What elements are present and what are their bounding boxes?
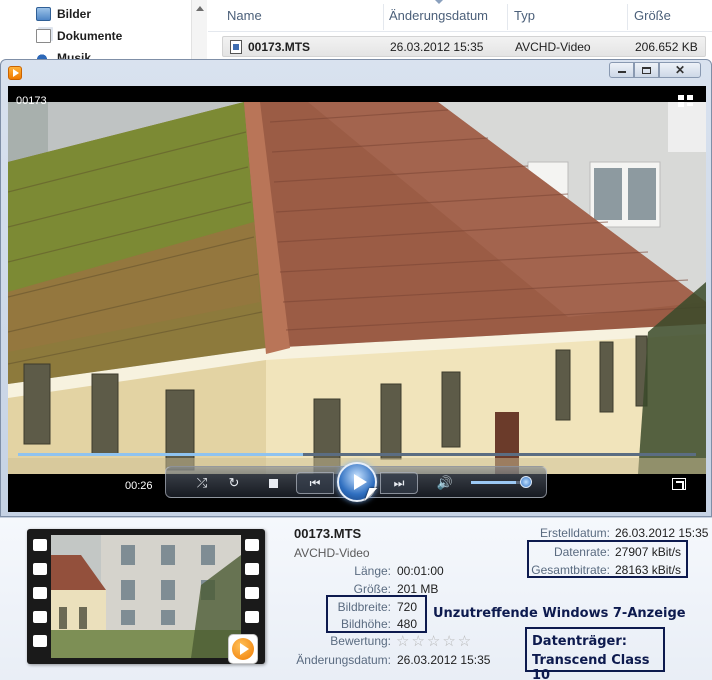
minimize-button[interactable] (609, 62, 634, 78)
fullscreen-icon[interactable] (672, 478, 686, 490)
volume-slider-thumb[interactable] (520, 476, 532, 488)
close-icon: ✕ (674, 63, 686, 77)
details-file-type: AVCHD-Video (294, 546, 370, 560)
rating-stars[interactable]: ☆☆☆☆☆ (396, 632, 473, 650)
seek-bar-progress (18, 453, 303, 456)
film-sprocket (245, 563, 259, 575)
nav-item-label: Dokumente (57, 29, 123, 43)
mute-button[interactable]: 🔊 (436, 474, 454, 492)
stop-button[interactable] (264, 474, 282, 492)
column-header-name[interactable]: Name (227, 8, 262, 23)
thumbnail-image (51, 535, 241, 658)
annotation-medium-box: Datenträger: Transcend Class 10 (525, 627, 665, 680)
sort-indicator-icon (435, 0, 443, 4)
prop-size-label: Größe: (353, 582, 391, 596)
file-date: 26.03.2012 15:35 (390, 40, 484, 54)
volume-icon: 🔊 (436, 475, 454, 490)
minimize-icon (617, 71, 626, 73)
details-file-name: 00173.MTS (294, 526, 362, 541)
column-divider (507, 4, 508, 30)
maximize-icon (642, 66, 651, 74)
film-sprocket (245, 587, 259, 599)
annotation-warning: Unzutreffende Windows 7-Anzeige (433, 606, 686, 621)
previous-icon: ⏮ (309, 475, 321, 490)
prop-created-label: Erstelldatum: (539, 526, 610, 540)
film-sprocket (245, 539, 259, 551)
column-divider (383, 4, 384, 30)
column-divider (627, 4, 628, 30)
nav-item-documents[interactable]: Dokumente (36, 27, 122, 45)
playback-controls: ⤮ ↻ ⏮ ⏭ 🔊 (165, 462, 547, 502)
scroll-up-arrow-icon[interactable] (196, 6, 204, 11)
file-type: AVCHD-Video (515, 40, 591, 54)
details-pane: 00173.MTS AVCHD-Video Länge: 00:01:00 Gr… (0, 517, 712, 680)
annotation-medium-line2: Transcend Class 10 (532, 653, 650, 680)
seek-bar[interactable] (18, 453, 696, 456)
media-player-app-icon (8, 66, 22, 80)
close-button[interactable]: ✕ (659, 62, 701, 78)
film-sprocket (33, 539, 47, 551)
film-sprocket (245, 611, 259, 623)
repeat-button[interactable]: ↻ (225, 474, 243, 492)
repeat-icon: ↻ (228, 475, 240, 490)
documents-icon (36, 29, 51, 43)
switch-to-library-icon[interactable] (678, 95, 694, 109)
annotation-medium-line1: Datenträger: (532, 634, 627, 649)
highlight-box-bitrate (527, 540, 688, 578)
column-header-type[interactable]: Typ (514, 8, 535, 23)
media-player-badge-icon (228, 634, 258, 664)
video-file-icon (230, 40, 242, 54)
prop-created-value: 26.03.2012 15:35 (615, 526, 709, 540)
prop-modified-value: 26.03.2012 15:35 (397, 653, 491, 667)
elapsed-time: 00:26 (125, 480, 153, 492)
video-area[interactable]: 00173 00:26 ⤮ ↻ ⏮ ⏭ 🔊 (8, 86, 706, 512)
media-player-window: ✕ 00173 00:26 ⤮ ↻ ⏮ ⏭ 🔊 (0, 59, 712, 517)
column-header-size[interactable]: Größe (634, 8, 671, 23)
prop-modified-label: Änderungsdatum: (296, 653, 391, 667)
file-row-selected[interactable]: 00173.MTS 26.03.2012 15:35 AVCHD-Video 2… (222, 36, 706, 57)
nav-item-pictures[interactable]: Bilder (36, 5, 91, 23)
video-thumbnail (27, 529, 265, 664)
thumbnail-scene (51, 535, 241, 658)
nav-item-label: Bilder (57, 7, 92, 21)
maximize-button[interactable] (634, 62, 659, 78)
column-headers: Name Änderungsdatum Typ Größe (208, 0, 712, 32)
film-sprocket (33, 587, 47, 599)
column-header-date[interactable]: Änderungsdatum (389, 8, 488, 23)
pictures-icon (36, 7, 51, 21)
film-sprocket (33, 611, 47, 623)
video-frame-image (8, 102, 706, 474)
window-controls: ✕ (609, 62, 701, 79)
prop-length-label: Länge: (354, 564, 391, 578)
highlight-box-resolution (326, 595, 427, 633)
next-icon: ⏭ (393, 475, 405, 490)
film-sprocket (33, 635, 47, 647)
file-name: 00173.MTS (248, 40, 311, 54)
prop-rating-label: Bewertung: (330, 634, 391, 648)
video-frame (8, 102, 706, 474)
film-sprocket (33, 563, 47, 575)
shuffle-button[interactable]: ⤮ (193, 474, 211, 492)
volume-level (471, 481, 516, 484)
prop-size-value: 201 MB (397, 582, 439, 596)
shuffle-icon: ⤮ (196, 475, 208, 490)
prop-length-value: 00:01:00 (397, 564, 444, 578)
file-size: 206.652 KB (635, 40, 698, 54)
stop-icon (268, 478, 278, 488)
video-title: 00173 (16, 95, 47, 107)
